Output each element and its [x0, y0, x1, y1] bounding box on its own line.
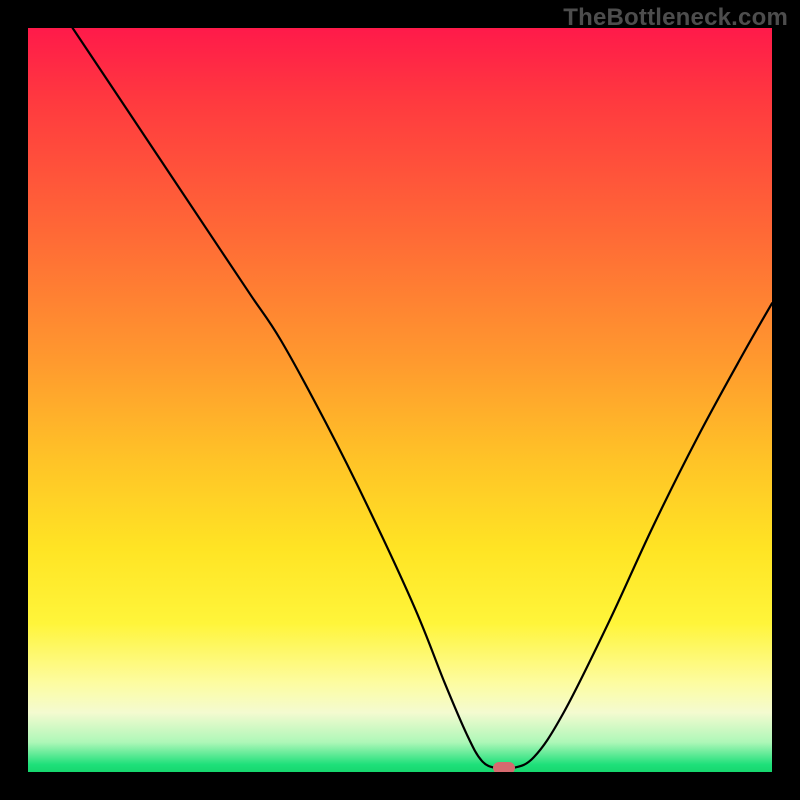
- optimal-marker: [493, 762, 515, 772]
- curve-path: [73, 28, 772, 770]
- watermark-text: TheBottleneck.com: [563, 4, 788, 32]
- plot-area: [28, 28, 772, 772]
- bottleneck-curve: [28, 28, 772, 772]
- chart-frame: TheBottleneck.com: [0, 0, 800, 800]
